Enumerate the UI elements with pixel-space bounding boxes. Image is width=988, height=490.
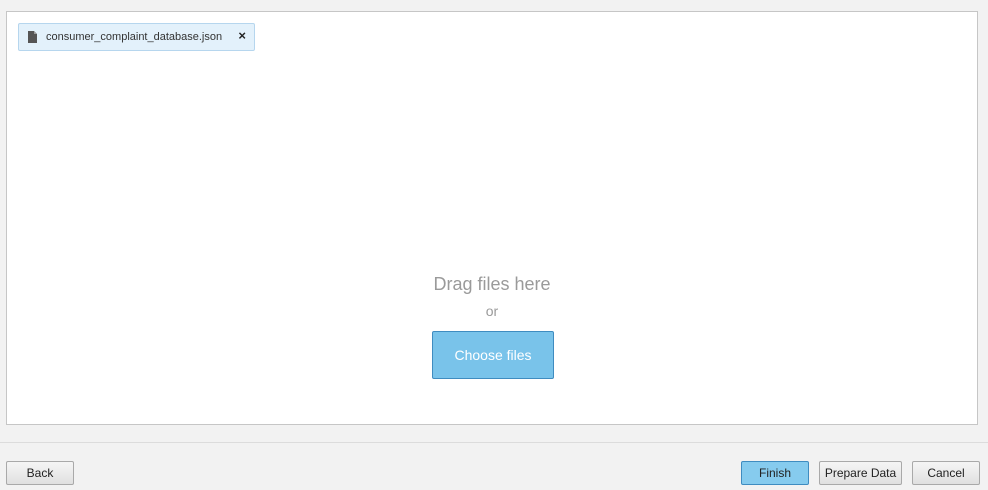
- footer-divider: [0, 442, 988, 443]
- file-drop-zone[interactable]: consumer_complaint_database.json × Drag …: [6, 11, 978, 425]
- close-icon[interactable]: ×: [238, 29, 246, 43]
- cancel-button[interactable]: Cancel: [912, 461, 980, 485]
- finish-button[interactable]: Finish: [741, 461, 809, 485]
- choose-files-button[interactable]: Choose files: [432, 331, 554, 379]
- back-button[interactable]: Back: [6, 461, 74, 485]
- or-separator: or: [485, 303, 499, 319]
- upload-dialog: consumer_complaint_database.json × Drag …: [0, 0, 988, 490]
- uploaded-file-name: consumer_complaint_database.json: [46, 31, 223, 43]
- drag-files-hint: Drag files here: [433, 274, 551, 294]
- uploaded-file-chip: consumer_complaint_database.json ×: [18, 23, 255, 51]
- prepare-data-button[interactable]: Prepare Data: [819, 461, 902, 485]
- document-icon: [28, 31, 37, 43]
